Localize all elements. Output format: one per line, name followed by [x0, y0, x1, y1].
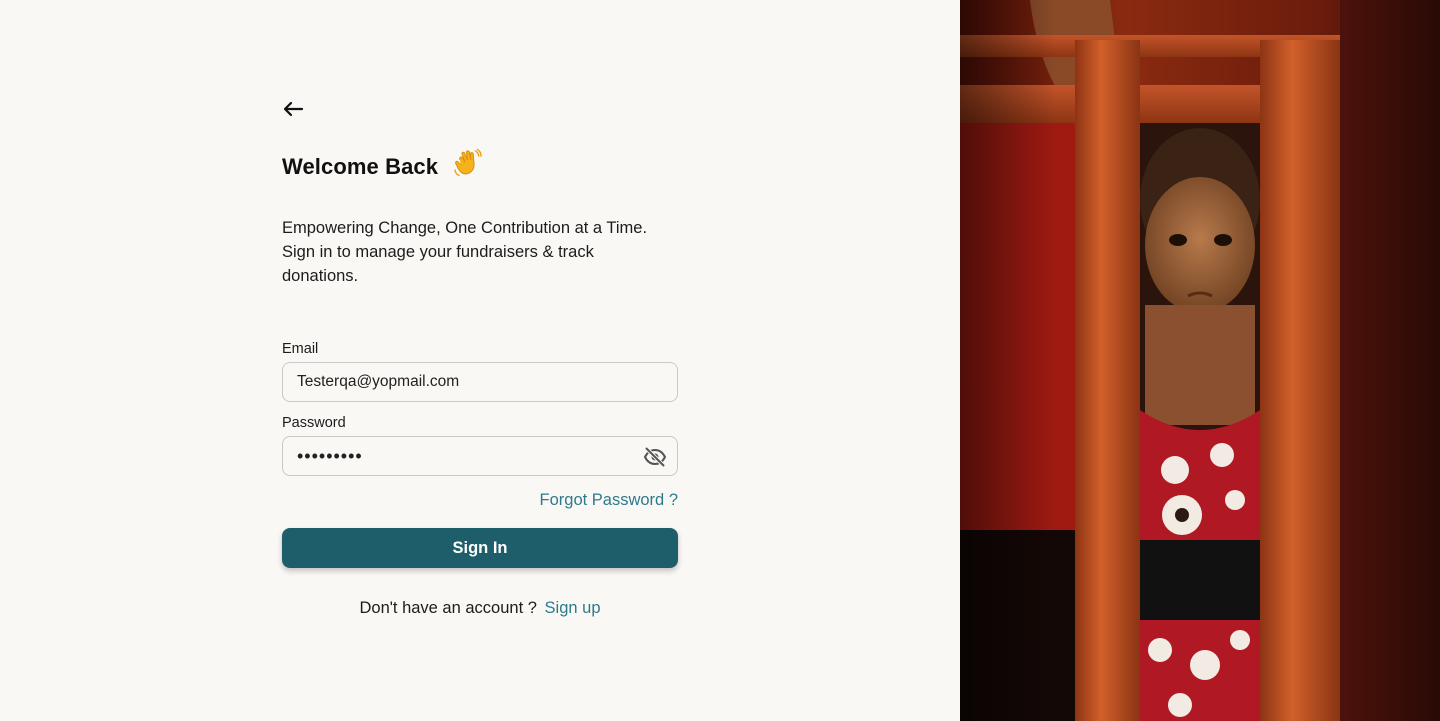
password-field-wrapper: [282, 436, 678, 476]
eye-off-icon: [643, 447, 667, 467]
waving-hand-icon: [452, 148, 482, 178]
subtitle-line-2: Sign in to manage your fundraisers & tra…: [282, 243, 594, 285]
password-field[interactable]: [283, 437, 677, 475]
login-panel: Welcome Back Empowering Change, One Cont…: [0, 0, 960, 721]
email-label: Email: [282, 341, 319, 357]
password-label: Password: [282, 415, 346, 431]
signup-prompt: Don't have an account ? Sign up: [282, 599, 678, 618]
toggle-password-visibility-button[interactable]: [643, 445, 667, 469]
hero-image-panel: [960, 0, 1440, 721]
signup-prompt-text: Don't have an account ?: [359, 599, 537, 617]
login-page: Welcome Back Empowering Change, One Cont…: [0, 0, 1440, 721]
sign-in-button[interactable]: Sign In: [282, 528, 678, 568]
welcome-heading: Welcome Back: [282, 148, 482, 182]
subtitle-line-1: Empowering Change, One Contribution at a…: [282, 219, 648, 237]
sign-up-link[interactable]: Sign up: [545, 599, 601, 617]
forgot-password-link[interactable]: Forgot Password ?: [540, 491, 678, 510]
arrow-left-icon: [283, 101, 304, 117]
email-field-wrapper: [282, 362, 678, 402]
welcome-subtitle: Empowering Change, One Contribution at a…: [282, 216, 662, 288]
hero-photo-image: [960, 0, 1440, 721]
page-title: Welcome Back: [282, 154, 439, 179]
email-field[interactable]: [283, 363, 677, 401]
back-button[interactable]: [282, 96, 308, 122]
